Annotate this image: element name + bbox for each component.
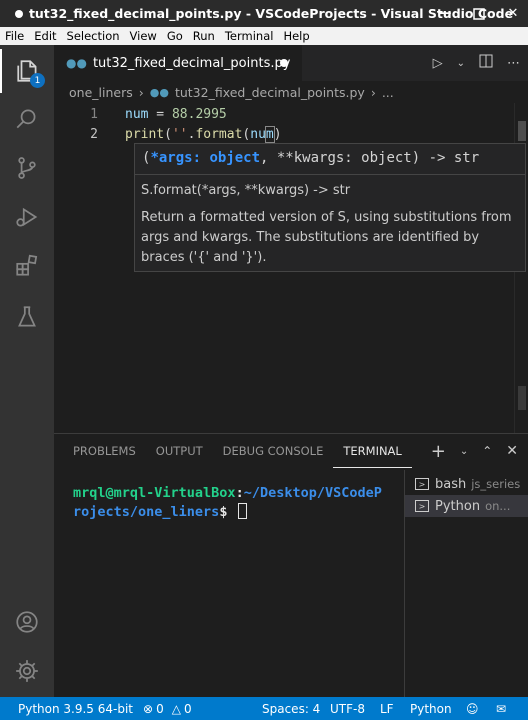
scroll-indicator xyxy=(518,121,526,141)
signature-doc-title: S.format(*args, **kwargs) -> str xyxy=(141,183,351,198)
python-file-icon: ●● xyxy=(149,85,169,99)
python-file-icon: ●● xyxy=(66,56,87,70)
extensions-icon[interactable] xyxy=(0,244,54,288)
language-mode[interactable]: Python xyxy=(410,697,452,720)
close-window-icon[interactable]: ✕ xyxy=(506,6,520,21)
activity-bar: 1 xyxy=(0,45,54,697)
python-interpreter[interactable]: Python 3.9.5 64-bit xyxy=(18,697,133,720)
tab-terminal[interactable]: TERMINAL xyxy=(333,434,412,468)
testing-flask-icon[interactable] xyxy=(0,295,54,339)
minimize-icon[interactable]: — xyxy=(438,6,452,21)
encoding-setting[interactable]: UTF-8 xyxy=(330,697,365,720)
scroll-indicator xyxy=(518,386,526,410)
chevron-down-icon[interactable]: ⌄ xyxy=(460,446,468,457)
breadcrumb-file[interactable]: tut32_fixed_decimal_points.py xyxy=(175,85,365,100)
error-icon: ⊗ xyxy=(143,701,154,716)
terminal-output[interactable]: mrql@mrql-VirtualBox:~/Desktop/VSCodePro… xyxy=(73,484,385,522)
breadcrumb-folder[interactable]: one_liners xyxy=(69,85,133,100)
code-line: 1 num = 88.2995 xyxy=(54,104,514,124)
menu-bar: File Edit Selection View Go Run Terminal… xyxy=(0,27,528,45)
code-line: 2 print(''.format(num) xyxy=(54,124,514,144)
notifications-bell-icon[interactable]: ✉ xyxy=(496,697,506,720)
window-titlebar: tut32_fixed_decimal_points.py - VSCodePr… xyxy=(0,0,528,27)
panel-actions: + ⌄ ⌃ ✕ xyxy=(431,434,518,468)
tab-active-file[interactable]: ●● tut32_fixed_decimal_points.py xyxy=(54,45,302,81)
chevron-right-icon: › xyxy=(370,84,376,100)
warning-icon: △ xyxy=(171,701,181,716)
breadcrumb-more[interactable]: ... xyxy=(382,85,394,100)
chevron-down-icon[interactable]: ⌄ xyxy=(457,58,465,69)
window-controls: — ✕ xyxy=(438,0,520,27)
terminal-item-python[interactable]: > Python on... xyxy=(405,495,528,517)
unsaved-dot-icon[interactable] xyxy=(280,59,288,67)
source-control-icon[interactable] xyxy=(0,146,54,190)
menu-terminal[interactable]: Terminal xyxy=(220,29,279,43)
line-number: 1 xyxy=(90,106,98,122)
line-number: 2 xyxy=(90,126,98,142)
terminal-item-bash[interactable]: > bash js_series xyxy=(405,473,528,495)
tooltip-divider xyxy=(135,174,525,175)
editor-tab-bar: ●● tut32_fixed_decimal_points.py ▷ ⌄ ⋯ xyxy=(54,45,528,81)
menu-help[interactable]: Help xyxy=(278,29,314,43)
close-panel-icon[interactable]: ✕ xyxy=(506,443,518,459)
run-file-icon[interactable]: ▷ xyxy=(433,56,443,71)
split-editor-icon[interactable] xyxy=(479,54,493,72)
status-bar: Python 3.9.5 64-bit ⊗ 0 △ 0 Spaces: 4 UTF-… xyxy=(0,697,528,720)
modified-dot-icon xyxy=(14,9,23,18)
signature-text: (*args: object, **kwargs: object) -> str xyxy=(142,150,480,166)
signature-help-tooltip: (*args: object, **kwargs: object) -> str… xyxy=(134,143,526,272)
new-terminal-icon[interactable]: + xyxy=(431,441,446,462)
menu-edit[interactable]: Edit xyxy=(29,29,61,43)
bottom-panel: PROBLEMS OUTPUT DEBUG CONSOLE TERMINAL +… xyxy=(54,433,528,698)
explorer-icon[interactable]: 1 xyxy=(0,49,54,93)
explorer-badge: 1 xyxy=(30,73,45,88)
maximize-panel-icon[interactable]: ⌃ xyxy=(482,444,492,458)
active-parameter: *args: object xyxy=(150,150,261,166)
menu-go[interactable]: Go xyxy=(162,29,188,43)
menu-run[interactable]: Run xyxy=(188,29,220,43)
tab-problems[interactable]: PROBLEMS xyxy=(54,434,146,468)
code-text: num = 88.2995 xyxy=(125,106,227,122)
tab-label: tut32_fixed_decimal_points.py xyxy=(92,55,291,71)
problems-indicator[interactable]: ⊗ 0 △ 0 xyxy=(143,697,192,720)
chevron-right-icon: › xyxy=(138,84,144,100)
breadcrumb: one_liners › ●● tut32_fixed_decimal_poin… xyxy=(54,81,528,103)
indentation-setting[interactable]: Spaces: 4 xyxy=(262,697,320,720)
terminal-icon: > xyxy=(415,478,429,490)
eol-setting[interactable]: LF xyxy=(380,697,394,720)
maximize-icon[interactable] xyxy=(472,7,486,21)
menu-file[interactable]: File xyxy=(0,29,29,43)
signature-doc-description: Return a formatted version of S, using s… xyxy=(141,210,512,265)
terminal-icon: > xyxy=(415,500,429,512)
tab-output[interactable]: OUTPUT xyxy=(146,434,213,468)
menu-view[interactable]: View xyxy=(125,29,162,43)
code-text: print(''.format(num) xyxy=(125,125,282,143)
more-actions-icon[interactable]: ⋯ xyxy=(507,56,520,71)
run-debug-icon[interactable] xyxy=(0,195,54,239)
terminal-list: > bash js_series > Python on... xyxy=(404,470,528,698)
terminal-cursor xyxy=(237,503,247,519)
settings-gear-icon[interactable] xyxy=(0,649,54,693)
search-icon[interactable] xyxy=(0,97,54,141)
live-share-icon[interactable]: ☺ xyxy=(466,697,479,720)
menu-selection[interactable]: Selection xyxy=(62,29,125,43)
editor-actions: ▷ ⌄ ⋯ xyxy=(433,45,520,81)
account-icon[interactable] xyxy=(0,600,54,644)
tab-debug-console[interactable]: DEBUG CONSOLE xyxy=(213,434,334,468)
